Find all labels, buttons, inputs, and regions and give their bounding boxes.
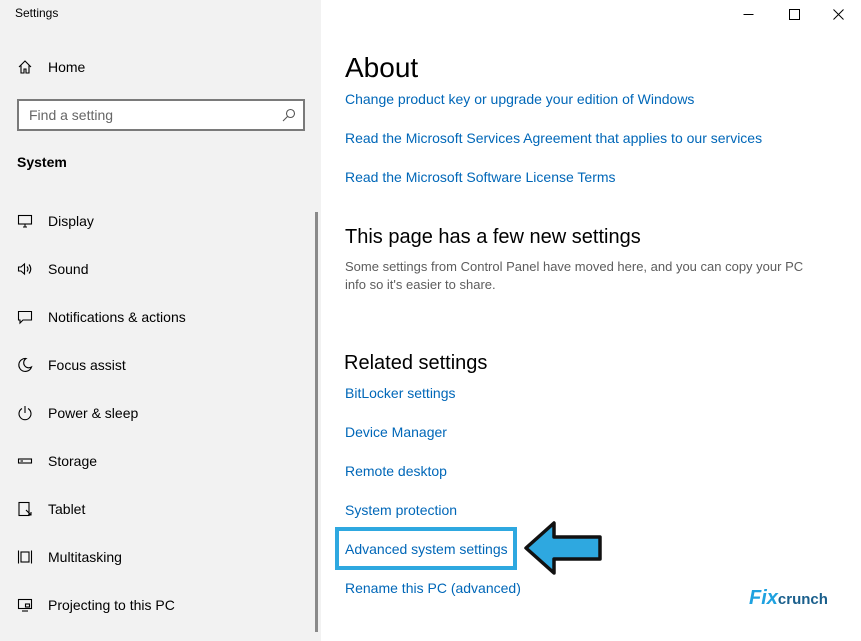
new-settings-heading: This page has a few new settings: [345, 226, 641, 248]
sidebar-item-projecting[interactable]: Projecting to this PC: [0, 581, 321, 629]
remote-desktop-link[interactable]: Remote desktop: [345, 463, 447, 479]
sidebar-scrollbar[interactable]: [315, 212, 318, 632]
sidebar-item-sound[interactable]: Sound: [0, 245, 321, 293]
sidebar-item-label: Sound: [48, 261, 89, 277]
related-settings-heading: Related settings: [344, 352, 488, 374]
watermark-part1: Fix: [749, 587, 778, 609]
watermark-part2: crunch: [777, 591, 828, 608]
bitlocker-settings-link[interactable]: BitLocker settings: [345, 385, 456, 401]
services-agreement-link[interactable]: Read the Microsoft Services Agreement th…: [345, 130, 762, 146]
sidebar-item-label: Display: [48, 213, 94, 229]
highlight-box: [335, 527, 517, 570]
sidebar-item-notifications[interactable]: Notifications & actions: [0, 293, 321, 341]
new-settings-description: Some settings from Control Panel have mo…: [345, 259, 804, 292]
change-product-key-link[interactable]: Change product key or upgrade your editi…: [345, 91, 694, 107]
watermark-logo: Fix crunch: [749, 587, 828, 610]
sidebar-item-label: Focus assist: [48, 357, 126, 373]
sidebar-item-label: Multitasking: [48, 549, 122, 565]
sidebar: Settings Home System Display Sound: [0, 0, 321, 641]
sidebar-item-label: Notifications & actions: [48, 309, 186, 325]
sidebar-item-focus-assist[interactable]: Focus assist: [0, 341, 321, 389]
device-manager-link[interactable]: Device Manager: [345, 424, 447, 440]
storage-icon: [17, 458, 33, 464]
search-icon[interactable]: [282, 108, 296, 122]
projecting-icon: [17, 598, 33, 612]
page-title: About: [345, 52, 419, 83]
tablet-icon: [18, 501, 32, 517]
sidebar-item-label: Storage: [48, 453, 98, 469]
home-nav-item[interactable]: Home: [17, 59, 85, 75]
moon-icon: [18, 357, 33, 373]
section-label: System: [17, 154, 67, 170]
sidebar-item-tablet[interactable]: Tablet: [0, 485, 321, 533]
sidebar-item-storage[interactable]: Storage: [0, 437, 321, 485]
sidebar-item-label: Projecting to this PC: [48, 597, 175, 613]
license-terms-link[interactable]: Read the Microsoft Software License Term…: [345, 169, 616, 185]
sidebar-item-power-sleep[interactable]: Power & sleep: [0, 389, 321, 437]
speaker-icon: [17, 262, 32, 276]
notification-icon: [17, 310, 33, 325]
system-protection-link[interactable]: System protection: [345, 502, 457, 518]
nav-list: Display Sound Notifications & actions Fo…: [0, 197, 321, 629]
search-box[interactable]: [17, 99, 305, 131]
sidebar-item-label: Power & sleep: [48, 405, 139, 421]
multitasking-icon: [17, 550, 33, 564]
home-icon: [18, 60, 32, 74]
home-label: Home: [48, 59, 86, 75]
rename-pc-link[interactable]: Rename this PC (advanced): [345, 580, 521, 596]
app-title: Settings: [15, 6, 59, 20]
pointer-arrow-icon: [524, 521, 602, 575]
monitor-icon: [17, 214, 33, 228]
power-icon: [18, 406, 32, 421]
sidebar-item-display[interactable]: Display: [0, 197, 321, 245]
sidebar-item-multitasking[interactable]: Multitasking: [0, 533, 321, 581]
sidebar-item-label: Tablet: [48, 501, 86, 517]
search-input[interactable]: [19, 101, 269, 129]
